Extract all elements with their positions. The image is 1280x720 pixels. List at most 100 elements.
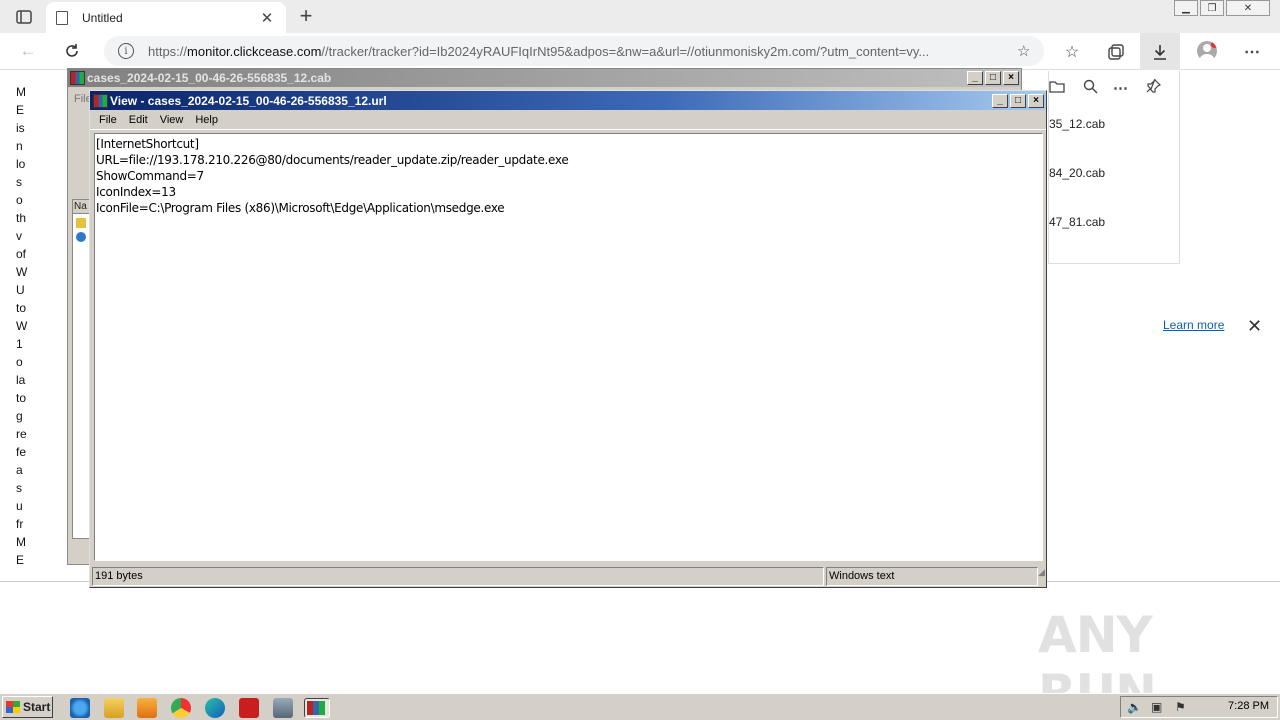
- page-word: E: [16, 103, 25, 117]
- flag-icon[interactable]: ⚑: [1175, 700, 1186, 714]
- refresh-button[interactable]: [60, 39, 84, 63]
- browser-window-controls: ▁ ❐ ✕: [1174, 0, 1270, 16]
- edge-icon[interactable]: [205, 698, 225, 718]
- winrar-viewer-window: View - cases_2024-02-15_00-46-26-556835_…: [89, 90, 1047, 588]
- taskbar: Start 🔈 ▣ ⚑ 7:28 PM: [0, 693, 1280, 720]
- viewer-menubar: File Edit View Help: [90, 110, 1046, 130]
- acrobat-icon[interactable]: [239, 698, 259, 718]
- archive-window-title: cases_2024-02-15_00-46-26-556835_12.cab: [87, 71, 332, 85]
- network-icon[interactable]: ▣: [1151, 700, 1162, 714]
- address-url[interactable]: https://monitor.clickcease.com//tracker/…: [148, 44, 1003, 59]
- browser-tabstrip: Untitled ✕ + ▁ ❐ ✕: [0, 0, 1280, 33]
- page-word: g: [16, 409, 23, 423]
- tab-actions-icon[interactable]: [10, 6, 38, 28]
- text-line: URL=file://193.178.210.226@80/documents/…: [96, 153, 569, 167]
- viewer-titlebar[interactable]: View - cases_2024-02-15_00-46-26-556835_…: [90, 91, 1046, 110]
- favorites-icon[interactable]: ☆: [1061, 41, 1083, 63]
- text-line: IconIndex=13: [96, 185, 176, 199]
- download-item[interactable]: 35_12.cab: [1049, 117, 1105, 131]
- page-word: o: [16, 355, 23, 369]
- volume-icon[interactable]: 🔈: [1127, 700, 1142, 714]
- media-player-icon[interactable]: [137, 698, 157, 718]
- column-header[interactable]: Na: [73, 200, 89, 214]
- tab-title: Untitled: [82, 10, 123, 25]
- page-word: o: [16, 193, 23, 207]
- page-word: th: [16, 211, 27, 225]
- viewer-statusbar: 191 bytes Windows text ◢: [92, 567, 1045, 586]
- search-icon[interactable]: [1083, 79, 1098, 98]
- menu-edit[interactable]: Edit: [123, 114, 154, 126]
- back-button[interactable]: ←: [16, 39, 40, 63]
- page-word: fe: [16, 445, 27, 459]
- close-button[interactable]: ×: [1003, 71, 1019, 85]
- address-bar[interactable]: i https://monitor.clickcease.com//tracke…: [104, 36, 1044, 66]
- close-icon[interactable]: ✕: [1247, 316, 1262, 337]
- menu-file[interactable]: File: [93, 114, 123, 126]
- globe-icon: [76, 232, 86, 242]
- browser-tab[interactable]: Untitled ✕: [46, 2, 286, 33]
- page-word: re: [16, 427, 27, 441]
- tab-close-icon[interactable]: ✕: [258, 9, 276, 27]
- archive-file-list[interactable]: Na: [72, 199, 90, 539]
- page-word: a: [16, 463, 23, 477]
- text-line: [InternetShortcut]: [96, 137, 199, 151]
- start-button[interactable]: Start: [2, 696, 53, 718]
- page-word: n: [16, 139, 23, 153]
- windows-logo-icon: [6, 701, 20, 713]
- page-word: s: [16, 481, 22, 495]
- file-content-text[interactable]: [InternetShortcut] URL=file://193.178.21…: [94, 133, 1043, 561]
- pin-icon[interactable]: [1146, 78, 1162, 98]
- profile-avatar[interactable]: [1197, 41, 1217, 61]
- download-icon: [1154, 44, 1166, 60]
- download-item[interactable]: 47_81.cab: [1049, 215, 1105, 229]
- minimize-button[interactable]: ▁: [1174, 0, 1198, 16]
- page-icon: [56, 10, 68, 25]
- program-icon[interactable]: [273, 698, 293, 718]
- more-options-icon[interactable]: ⋯: [1113, 79, 1128, 97]
- page-word: U: [16, 283, 25, 297]
- page-word: W: [16, 319, 28, 333]
- page-word: to: [16, 391, 27, 405]
- winrar-taskbar-button[interactable]: [304, 698, 330, 718]
- collections-icon[interactable]: [1105, 41, 1127, 63]
- resize-grip[interactable]: ◢: [1038, 567, 1045, 586]
- viewer-window-title: View - cases_2024-02-15_00-46-26-556835_…: [110, 93, 387, 108]
- add-favorite-icon[interactable]: ☆: [1017, 42, 1030, 60]
- page-word: la: [16, 373, 26, 387]
- start-label: Start: [23, 700, 51, 714]
- system-tray: 🔈 ▣ ⚑ 7:28 PM: [1120, 696, 1278, 718]
- more-menu-icon[interactable]: ⋯: [1241, 41, 1263, 63]
- ie-icon[interactable]: [70, 698, 90, 718]
- winrar-icon: [93, 93, 108, 108]
- maximize-button[interactable]: □: [985, 71, 1001, 85]
- close-window-button[interactable]: ✕: [1226, 0, 1270, 16]
- viewer-window-controls: _ □ ×: [992, 94, 1044, 108]
- site-info-icon[interactable]: i: [118, 43, 134, 59]
- explorer-icon[interactable]: [104, 698, 124, 718]
- browser-toolbar: ← i https://monitor.clickcease.com//trac…: [0, 33, 1280, 70]
- new-tab-button[interactable]: +: [294, 4, 318, 28]
- close-button[interactable]: ×: [1028, 94, 1044, 108]
- open-folder-icon[interactable]: [1049, 79, 1065, 97]
- page-word: W: [16, 265, 28, 279]
- downloads-panel: ⋯ 35_12.cab 84_20.cab 47_81.cab: [1048, 71, 1180, 264]
- page-word: M: [16, 85, 26, 99]
- chrome-icon[interactable]: [171, 698, 191, 718]
- menu-view[interactable]: View: [154, 114, 190, 126]
- page-word: lo: [16, 157, 26, 171]
- restore-button[interactable]: ❐: [1200, 0, 1224, 16]
- archive-window-controls: _ □ ×: [967, 71, 1019, 85]
- archive-titlebar[interactable]: cases_2024-02-15_00-46-26-556835_12.cab: [68, 69, 1021, 87]
- menu-help[interactable]: Help: [189, 114, 224, 126]
- page-word: of: [16, 247, 27, 261]
- status-encoding: Windows text: [826, 567, 1038, 586]
- minimize-button[interactable]: _: [992, 94, 1008, 108]
- page-word: E: [16, 553, 25, 567]
- minimize-button[interactable]: _: [967, 71, 983, 85]
- downloads-button[interactable]: [1140, 33, 1180, 70]
- status-size: 191 bytes: [92, 567, 824, 586]
- page-word: fr: [16, 517, 24, 531]
- maximize-button[interactable]: □: [1010, 94, 1026, 108]
- learn-more-link[interactable]: Learn more: [1163, 318, 1224, 332]
- download-item[interactable]: 84_20.cab: [1049, 166, 1105, 180]
